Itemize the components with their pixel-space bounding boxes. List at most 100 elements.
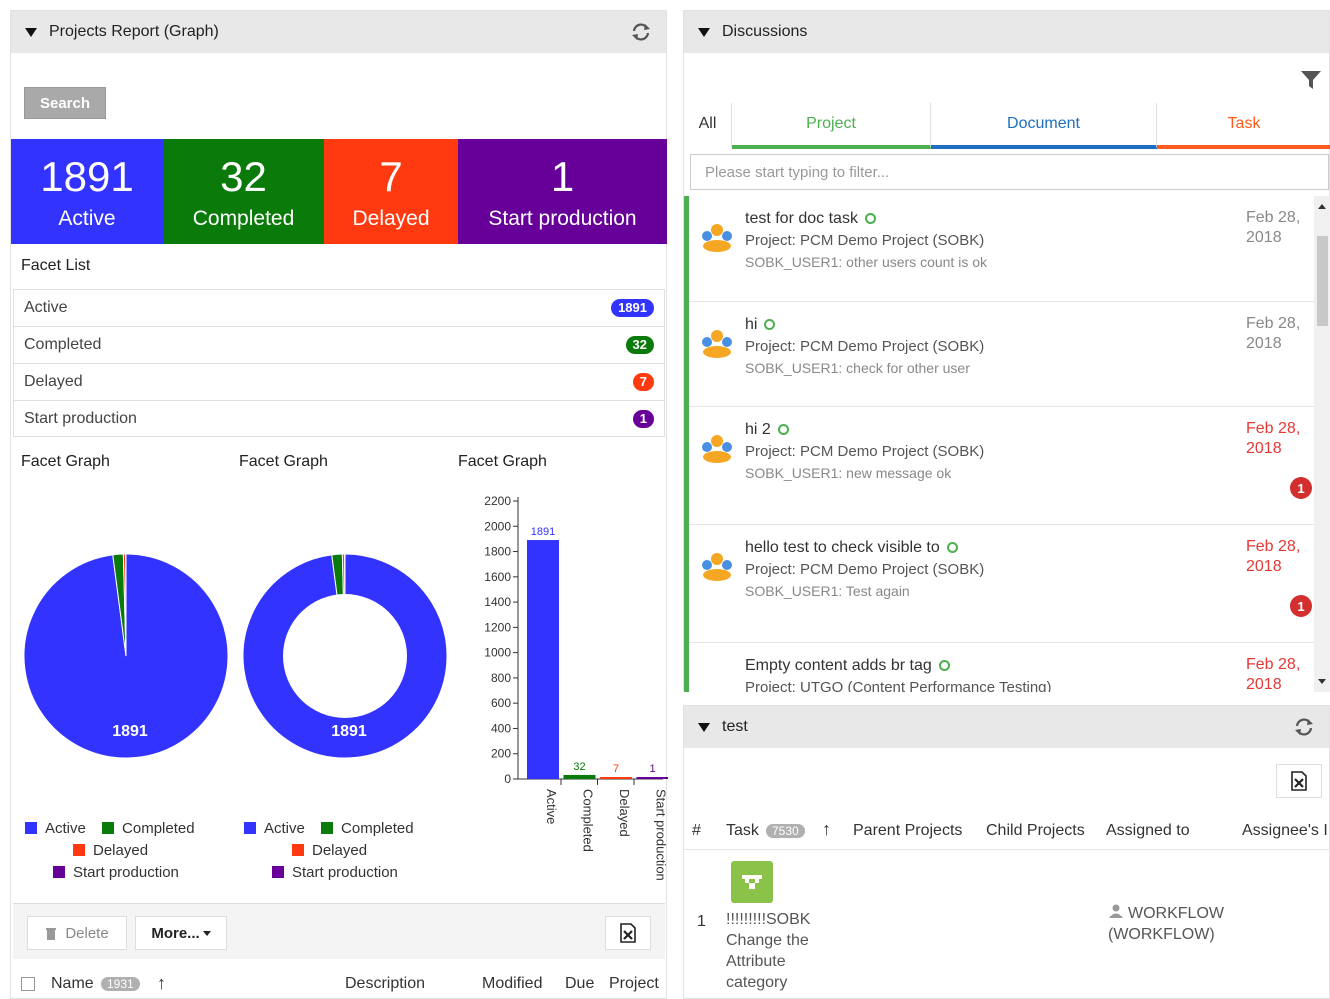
legend-label: Start production bbox=[73, 863, 179, 881]
trash-icon bbox=[46, 928, 57, 940]
column-assignee[interactable]: Assignee's I bbox=[1242, 822, 1328, 840]
select-all-checkbox[interactable] bbox=[21, 977, 35, 991]
tab-task[interactable]: Task bbox=[1157, 103, 1330, 149]
facet-graph-title-bar: Facet Graph bbox=[458, 453, 547, 470]
y-tick-label: 1600 bbox=[484, 570, 511, 584]
task-name-line: Change the bbox=[726, 932, 809, 949]
y-tick-label: 1200 bbox=[484, 620, 511, 634]
task-name[interactable]: !!!!!!!!!SOBK Change the Attribute categ… bbox=[726, 909, 810, 993]
discussion-project: Project: PCM Demo Project (SOBK) bbox=[745, 561, 985, 578]
discussion-item[interactable]: hi Project: PCM Demo Project (SOBK) SOBK… bbox=[689, 302, 1314, 407]
legend-item[interactable]: Completed bbox=[102, 817, 195, 839]
tab-document[interactable]: Document bbox=[931, 103, 1157, 149]
bar[interactable] bbox=[636, 777, 669, 779]
tile-completed[interactable]: 32 Completed bbox=[163, 139, 324, 244]
legend-item[interactable]: Start production bbox=[272, 861, 398, 883]
legend-item[interactable]: Delayed bbox=[73, 839, 148, 861]
discussion-item[interactable]: test for doc task Project: PCM Demo Proj… bbox=[689, 196, 1314, 302]
y-tick-label: 1000 bbox=[484, 646, 511, 660]
facet-count-badge: 7 bbox=[632, 373, 654, 391]
facet-list-title: Facet List bbox=[21, 257, 91, 274]
more-button[interactable]: More... bbox=[135, 916, 227, 950]
bar[interactable] bbox=[563, 774, 596, 779]
facet-row-delayed[interactable]: Delayed 7 bbox=[13, 363, 665, 400]
team-avatar-icon bbox=[702, 553, 732, 581]
column-assigned-to[interactable]: Assigned to bbox=[1106, 822, 1190, 840]
facet-count-badge: 32 bbox=[625, 336, 654, 354]
column-parent-projects[interactable]: Parent Projects bbox=[853, 822, 962, 840]
caret-down-icon bbox=[202, 930, 211, 936]
legend-item[interactable]: Active bbox=[244, 817, 305, 839]
scroll-up-icon[interactable] bbox=[1318, 204, 1326, 209]
facet-row-completed[interactable]: Completed 32 bbox=[13, 326, 665, 363]
scroll-down-icon[interactable] bbox=[1318, 679, 1326, 684]
tab-all[interactable]: All bbox=[684, 103, 732, 149]
export-excel-button[interactable] bbox=[605, 916, 651, 950]
bar-data-label: 32 bbox=[573, 761, 585, 773]
task-row[interactable]: 1 !!!!!!!!!SOBK Change the Attribute cat… bbox=[684, 851, 1330, 999]
legend-item[interactable]: Delayed bbox=[292, 839, 367, 861]
bar[interactable] bbox=[527, 540, 559, 779]
column-project[interactable]: Project bbox=[609, 975, 659, 993]
donut-legend: Active Completed Delayed Start productio… bbox=[244, 817, 449, 883]
panel-title: Discussions bbox=[722, 23, 808, 40]
discussions-header[interactable]: Discussions bbox=[684, 11, 1329, 53]
collapse-triangle-icon[interactable] bbox=[25, 27, 37, 37]
sort-up-icon[interactable]: ↑ bbox=[822, 819, 831, 840]
projects-report-panel: Projects Report (Graph) Search 1891 Acti… bbox=[10, 10, 669, 999]
tab-project[interactable]: Project bbox=[732, 103, 931, 149]
tile-active[interactable]: 1891 Active bbox=[11, 139, 163, 244]
discussion-message: SOBK_USER1: other users count is ok bbox=[745, 254, 987, 270]
column-name[interactable]: Name bbox=[51, 975, 94, 993]
workflow-task-icon bbox=[731, 861, 773, 903]
y-tick-label: 2000 bbox=[484, 519, 511, 533]
legend-swatch bbox=[244, 822, 256, 834]
projects-report-header[interactable]: Projects Report (Graph) bbox=[11, 11, 666, 53]
eye-icon bbox=[764, 319, 776, 330]
sort-up-icon[interactable]: ↑ bbox=[157, 973, 166, 994]
column-task[interactable]: Task bbox=[726, 822, 759, 840]
refresh-icon[interactable] bbox=[1293, 717, 1315, 737]
legend-item[interactable]: Completed bbox=[321, 817, 414, 839]
delete-button[interactable]: Delete bbox=[27, 916, 127, 950]
collapse-triangle-icon[interactable] bbox=[698, 27, 710, 37]
discussion-item[interactable]: hi 2 Project: PCM Demo Project (SOBK) SO… bbox=[689, 407, 1314, 525]
column-modified[interactable]: Modified bbox=[482, 975, 542, 993]
discussion-filter-input[interactable]: Please start typing to filter... bbox=[690, 154, 1329, 190]
tile-start-production[interactable]: 1 Start production bbox=[458, 139, 667, 244]
filter-icon[interactable] bbox=[1300, 69, 1322, 91]
facet-count-badge: 1 bbox=[632, 409, 654, 428]
bar-data-label: 1 bbox=[649, 763, 655, 775]
test-header[interactable]: test bbox=[684, 706, 1329, 748]
legend-item[interactable]: Start production bbox=[53, 861, 179, 883]
discussions-panel: Discussions All Project Document Task Pl… bbox=[683, 10, 1330, 692]
scroll-thumb[interactable] bbox=[1317, 236, 1328, 326]
discussion-item[interactable]: Empty content adds br tag Project: UTGO … bbox=[689, 643, 1314, 692]
legend-label: Active bbox=[45, 819, 86, 837]
discussion-scrollbar[interactable] bbox=[1314, 196, 1330, 692]
collapse-triangle-icon[interactable] bbox=[698, 722, 710, 732]
legend-swatch bbox=[321, 822, 334, 834]
assigned-line: (WORKFLOW) bbox=[1108, 926, 1215, 943]
discussion-title-text: hello test to check visible to bbox=[745, 539, 940, 556]
facet-list: Active 1891 Completed 32 Delayed 7 Start… bbox=[13, 289, 665, 437]
bar[interactable] bbox=[600, 777, 632, 779]
refresh-icon[interactable] bbox=[630, 22, 652, 42]
column-child-projects[interactable]: Child Projects bbox=[986, 822, 1085, 840]
tile-delayed[interactable]: 7 Delayed bbox=[324, 139, 458, 244]
search-button[interactable]: Search bbox=[24, 87, 106, 119]
export-excel-button[interactable] bbox=[1276, 764, 1322, 798]
x-tick-label: Delayed bbox=[617, 789, 632, 837]
y-tick-label: 600 bbox=[491, 696, 511, 710]
column-due[interactable]: Due bbox=[565, 975, 594, 993]
column-description[interactable]: Description bbox=[345, 975, 425, 993]
facet-row-active[interactable]: Active 1891 bbox=[13, 289, 665, 326]
eye-icon bbox=[864, 213, 876, 224]
y-tick-label: 400 bbox=[491, 721, 511, 735]
discussion-item[interactable]: hello test to check visible to Project: … bbox=[689, 525, 1314, 643]
x-tick-label: Completed bbox=[581, 789, 596, 852]
discussion-tabs: All Project Document Task bbox=[684, 103, 1330, 149]
legend-item[interactable]: Active bbox=[25, 817, 86, 839]
facet-row-start-production[interactable]: Start production 1 bbox=[13, 400, 665, 437]
legend-swatch bbox=[292, 844, 304, 856]
